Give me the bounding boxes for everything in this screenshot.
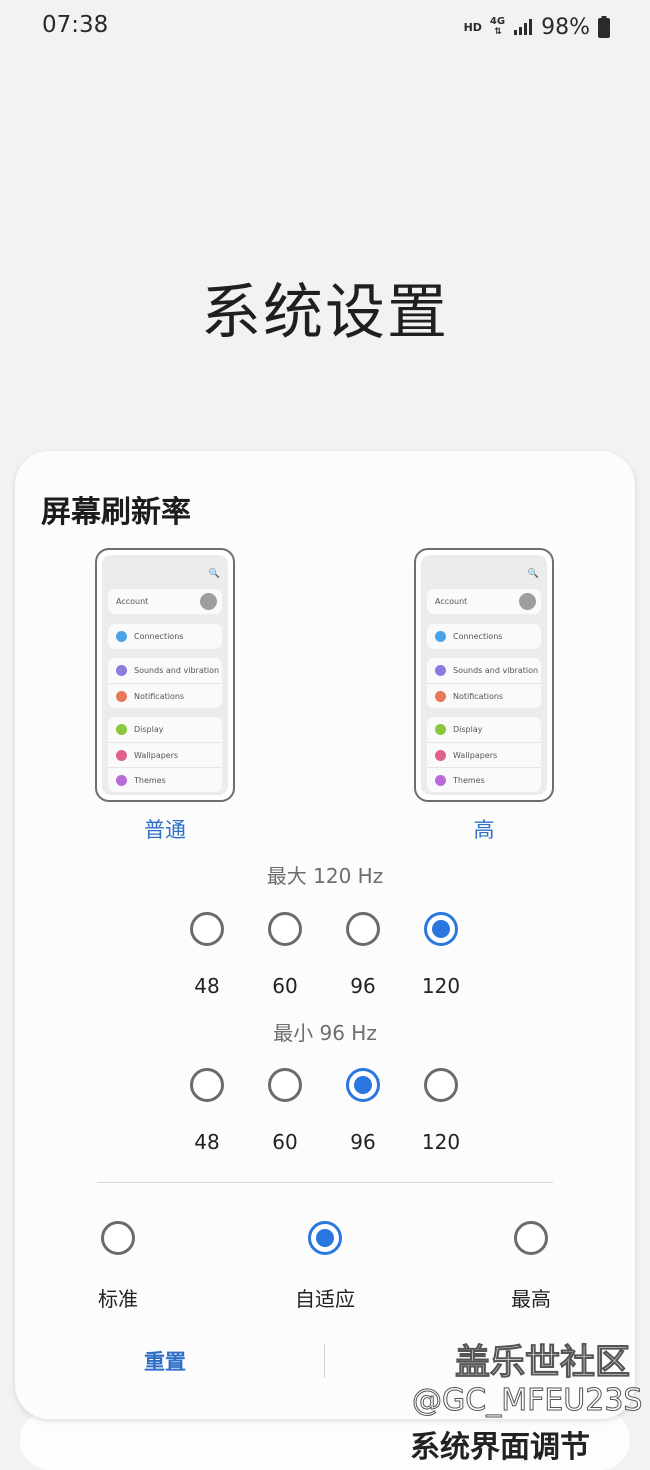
max-rate-radio-60[interactable]	[268, 912, 302, 946]
min-rate-label-120: 120	[421, 1130, 461, 1154]
wifi-icon	[435, 631, 446, 642]
preview-connections-card: Connections	[108, 624, 222, 649]
wallpaper-icon	[116, 749, 127, 761]
hd-voice-icon: HD	[463, 20, 482, 34]
preview-row-account: Account	[427, 589, 541, 614]
max-rate-label-48: 48	[194, 974, 220, 998]
preview-display-card: Display Wallpapers Themes	[427, 717, 541, 792]
avatar-icon	[200, 593, 217, 610]
page-title: 系统设置	[201, 278, 449, 348]
footer-divider	[324, 1344, 325, 1378]
display-icon	[435, 724, 446, 735]
preview-row-sounds: Sounds and vibration	[108, 658, 222, 683]
status-icons: HD 4G ⇅ 98%	[464, 12, 610, 42]
notification-icon	[116, 690, 127, 702]
preview-row-notifications: Notifications	[427, 683, 541, 708]
max-rate-label-120: 120	[421, 974, 461, 998]
preview-row-sounds: Sounds and vibration	[427, 658, 541, 683]
max-rate-radio-48[interactable]	[190, 912, 224, 946]
preview-label-normal[interactable]: 普通	[95, 814, 235, 844]
themes-icon	[435, 774, 446, 786]
preview-row-connections: Connections	[108, 624, 222, 649]
mode-radio-highest[interactable]	[514, 1221, 548, 1255]
preview-row-account: Account	[108, 589, 222, 614]
status-time: 07:38	[42, 12, 109, 38]
mode-label-standard: 标准	[98, 1287, 138, 1311]
avatar-icon	[519, 593, 536, 610]
preview-display-card: Display Wallpapers Themes	[108, 717, 222, 792]
min-rate-radio-96[interactable]	[346, 1068, 380, 1102]
battery-icon	[598, 16, 610, 38]
watermark-handle: @GC_MFEU23S	[411, 1383, 643, 1419]
min-rate-label: 最小 96 Hz	[273, 1021, 377, 1045]
wallpaper-icon	[435, 749, 446, 761]
preview-row-wallpapers: Wallpapers	[108, 742, 222, 767]
wifi-icon	[116, 631, 127, 642]
preview-screen: 🔍 Account Connections Sounds and vibrati…	[421, 555, 547, 795]
preview-row-connections: Connections	[427, 624, 541, 649]
themes-icon	[116, 774, 127, 786]
sound-icon	[435, 665, 446, 676]
network-type-icon: 4G ⇅	[489, 16, 506, 38]
max-rate-radio-96[interactable]	[346, 912, 380, 946]
network-type-label: 4G	[489, 16, 506, 27]
max-rate-label: 最大 120 Hz	[266, 864, 384, 888]
search-icon: 🔍	[527, 569, 539, 579]
watermark-community: 盖乐世社区	[454, 1343, 631, 1384]
preview-account-card: Account	[427, 589, 541, 614]
min-rate-radio-120[interactable]	[424, 1068, 458, 1102]
preview-sound-card: Sounds and vibration Notifications	[427, 658, 541, 708]
preview-connections-card: Connections	[427, 624, 541, 649]
dialog-title: 屏幕刷新率	[41, 495, 191, 530]
preview-account-card: Account	[108, 589, 222, 614]
preview-normal[interactable]: 🔍 Account Connections Sounds and vibrati…	[95, 548, 235, 802]
refresh-rate-dialog: 屏幕刷新率 🔍 Account Connections Sounds and v…	[15, 451, 635, 1419]
notification-icon	[435, 690, 446, 702]
mode-radio-standard[interactable]	[101, 1221, 135, 1255]
max-rate-radio-120[interactable]	[424, 912, 458, 946]
preview-row-notifications: Notifications	[108, 683, 222, 708]
min-rate-radio-60[interactable]	[268, 1068, 302, 1102]
mode-radio-adaptive[interactable]	[308, 1221, 342, 1255]
preview-row-display: Display	[427, 717, 541, 742]
min-rate-label-96: 96	[350, 1130, 376, 1154]
signal-icon	[514, 19, 533, 35]
preview-row-themes: Themes	[108, 767, 222, 792]
max-rate-label-96: 96	[350, 974, 376, 998]
reset-button[interactable]: 重置	[15, 1346, 315, 1376]
min-rate-label-48: 48	[194, 1130, 220, 1154]
preview-row-display: Display	[108, 717, 222, 742]
preview-row-themes: Themes	[427, 767, 541, 792]
max-rate-label-60: 60	[272, 974, 298, 998]
preview-label-high[interactable]: 高	[414, 814, 554, 844]
preview-sound-card: Sounds and vibration Notifications	[108, 658, 222, 708]
battery-percentage: 98%	[541, 14, 590, 40]
preview-high[interactable]: 🔍 Account Connections Sounds and vibrati…	[414, 548, 554, 802]
divider	[97, 1182, 553, 1183]
min-rate-label-60: 60	[272, 1130, 298, 1154]
status-bar: 07:38 HD 4G ⇅ 98%	[0, 0, 650, 56]
mode-label-adaptive: 自适应	[295, 1287, 355, 1311]
search-icon: 🔍	[208, 569, 220, 579]
background-setting-label[interactable]: 系统界面调节	[410, 1422, 590, 1466]
display-icon	[116, 724, 127, 735]
mode-label-highest: 最高	[511, 1287, 551, 1311]
min-rate-radio-48[interactable]	[190, 1068, 224, 1102]
preview-row-wallpapers: Wallpapers	[427, 742, 541, 767]
preview-screen: 🔍 Account Connections Sounds and vibrati…	[102, 555, 228, 795]
sound-icon	[116, 665, 127, 676]
